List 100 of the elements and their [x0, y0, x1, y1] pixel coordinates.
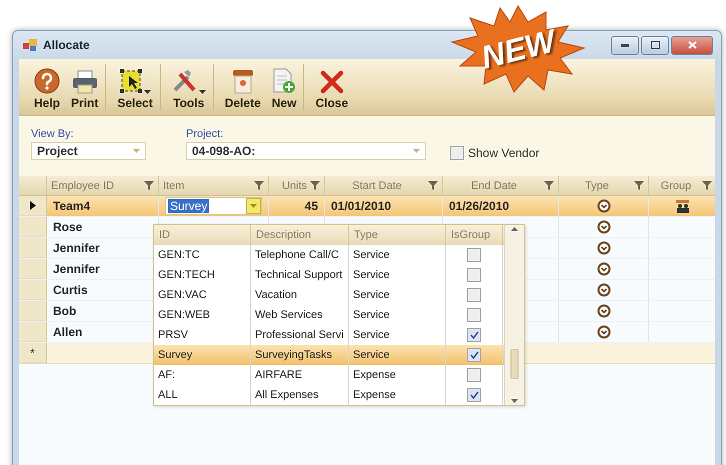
- list-row[interactable]: GEN:TECH Technical Support Service: [154, 265, 504, 285]
- column-header: IsGroup: [446, 225, 503, 245]
- table-cell: All Expenses: [255, 389, 319, 401]
- toolbar-button[interactable]: Delete: [222, 64, 265, 110]
- chevron-circle-icon: [596, 220, 610, 234]
- chevron-circle-icon: [596, 304, 610, 318]
- table-cell: Telephone Call/C: [255, 249, 339, 261]
- app-icon: [23, 39, 37, 51]
- table-cell: GEN:WEB: [158, 309, 210, 321]
- show-vendor-checkbox[interactable]: Show Vendor: [450, 146, 540, 160]
- checkbox[interactable]: [467, 348, 481, 362]
- toolbar-button[interactable]: Print: [68, 64, 106, 110]
- table-cell: Service: [353, 249, 390, 261]
- check-icon: [470, 351, 478, 359]
- table-cell: PRSV: [158, 329, 188, 341]
- minimize-icon: [621, 44, 629, 46]
- check-icon: [470, 391, 478, 399]
- list-row[interactable]: GEN:TC Telephone Call/C Service: [154, 245, 504, 265]
- new-badge: NEW: [448, 4, 588, 94]
- table-cell: Expense: [353, 369, 396, 381]
- filter-icon[interactable]: [544, 181, 554, 190]
- list-row[interactable]: Survey SurveyingTasks Service: [154, 345, 504, 365]
- table-cell: ALL: [158, 389, 178, 401]
- checkbox[interactable]: [467, 368, 481, 382]
- scroll-up-icon[interactable]: [511, 227, 518, 231]
- new-document-icon: [272, 68, 296, 94]
- minimize-button[interactable]: [611, 36, 639, 54]
- current-row-icon: [30, 201, 36, 210]
- checkbox[interactable]: [467, 288, 481, 302]
- caret-icon: [133, 149, 140, 153]
- new-row-marker: *: [19, 343, 47, 363]
- column-header: ID: [154, 225, 251, 245]
- scrollbar[interactable]: [504, 225, 524, 405]
- tools-icon: [172, 68, 198, 94]
- table-cell: Service: [353, 349, 390, 361]
- caret-icon: [413, 149, 420, 153]
- table-cell: Vacation: [255, 289, 297, 301]
- chevron-circle-icon: [596, 241, 610, 255]
- group-icon: [674, 199, 690, 213]
- scroll-down-icon[interactable]: [511, 399, 518, 403]
- table-cell: Expense: [353, 389, 396, 401]
- table-cell: SurveyingTasks: [255, 349, 332, 361]
- filter-icon[interactable]: [428, 181, 438, 190]
- row-header[interactable]: [19, 196, 47, 216]
- chevron-circle-icon: [596, 199, 610, 213]
- table-cell: 45: [304, 199, 318, 213]
- table-cell: Service: [353, 309, 390, 321]
- checkbox[interactable]: [467, 248, 481, 262]
- filter-icon[interactable]: [144, 181, 154, 190]
- scroll-thumb[interactable]: [510, 349, 519, 379]
- column-header: Description: [251, 225, 349, 245]
- filter-icon[interactable]: [254, 181, 264, 190]
- field-label: View By:: [31, 128, 75, 140]
- maximize-icon: [650, 41, 660, 49]
- list-row[interactable]: GEN:WEB Web Services Service: [154, 305, 504, 325]
- table-cell: Team4: [47, 196, 159, 216]
- chevron-circle-icon: [596, 262, 610, 276]
- chevron-circle-icon: [596, 283, 610, 297]
- table-cell: 01/01/2010: [331, 199, 392, 213]
- filter-icon[interactable]: [310, 181, 320, 190]
- printer-icon: [72, 70, 98, 94]
- table-cell: Professional Servi: [255, 329, 344, 341]
- project-code-dropdown[interactable]: 04-098-AO:: [186, 142, 426, 160]
- maximize-button[interactable]: [641, 36, 669, 54]
- toolbar-button[interactable]: Tools: [168, 64, 214, 110]
- table-cell: Technical Support: [255, 269, 342, 281]
- table-cell: AF:: [158, 369, 176, 381]
- column-header: Type: [349, 225, 446, 245]
- selection-icon: [119, 68, 144, 94]
- checkbox[interactable]: [467, 328, 481, 342]
- caret-icon: [198, 90, 206, 94]
- view-by-dropdown[interactable]: Project: [31, 142, 146, 160]
- filter-icon[interactable]: [702, 181, 712, 190]
- toolbar-button[interactable]: Help: [31, 64, 64, 110]
- close-window-button[interactable]: [671, 36, 713, 54]
- grid-row[interactable]: Team4 Survey 45 01/01/2010 01/26/2010: [19, 196, 715, 217]
- toolbar-button[interactable]: Select: [114, 64, 161, 110]
- field-label: Project:: [186, 128, 224, 140]
- checkbox[interactable]: [467, 308, 481, 322]
- help-icon: [34, 68, 60, 94]
- trash-can-icon: [232, 68, 254, 94]
- table-cell: GEN:TECH: [158, 269, 215, 281]
- caret-icon: [250, 204, 257, 208]
- checkbox[interactable]: [467, 388, 481, 402]
- table-cell: Service: [353, 289, 390, 301]
- toolbar-button[interactable]: Close: [312, 64, 352, 110]
- toolbar-button[interactable]: New: [268, 64, 304, 110]
- list-row[interactable]: ALL All Expenses Expense: [154, 385, 504, 405]
- item-field[interactable]: Survey: [165, 197, 262, 215]
- close-icon: [320, 70, 344, 94]
- table-cell: 01/26/2010: [449, 199, 510, 213]
- table-cell: Service: [353, 329, 390, 341]
- table-cell: GEN:VAC: [158, 289, 207, 301]
- caret-icon: [144, 90, 152, 94]
- list-row[interactable]: AF: AIRFARE Expense: [154, 365, 504, 385]
- filter-icon[interactable]: [634, 181, 644, 190]
- list-row[interactable]: GEN:VAC Vacation Service: [154, 285, 504, 305]
- table-cell: Service: [353, 269, 390, 281]
- checkbox[interactable]: [467, 268, 481, 282]
- table-cell: AIRFARE: [255, 369, 302, 381]
